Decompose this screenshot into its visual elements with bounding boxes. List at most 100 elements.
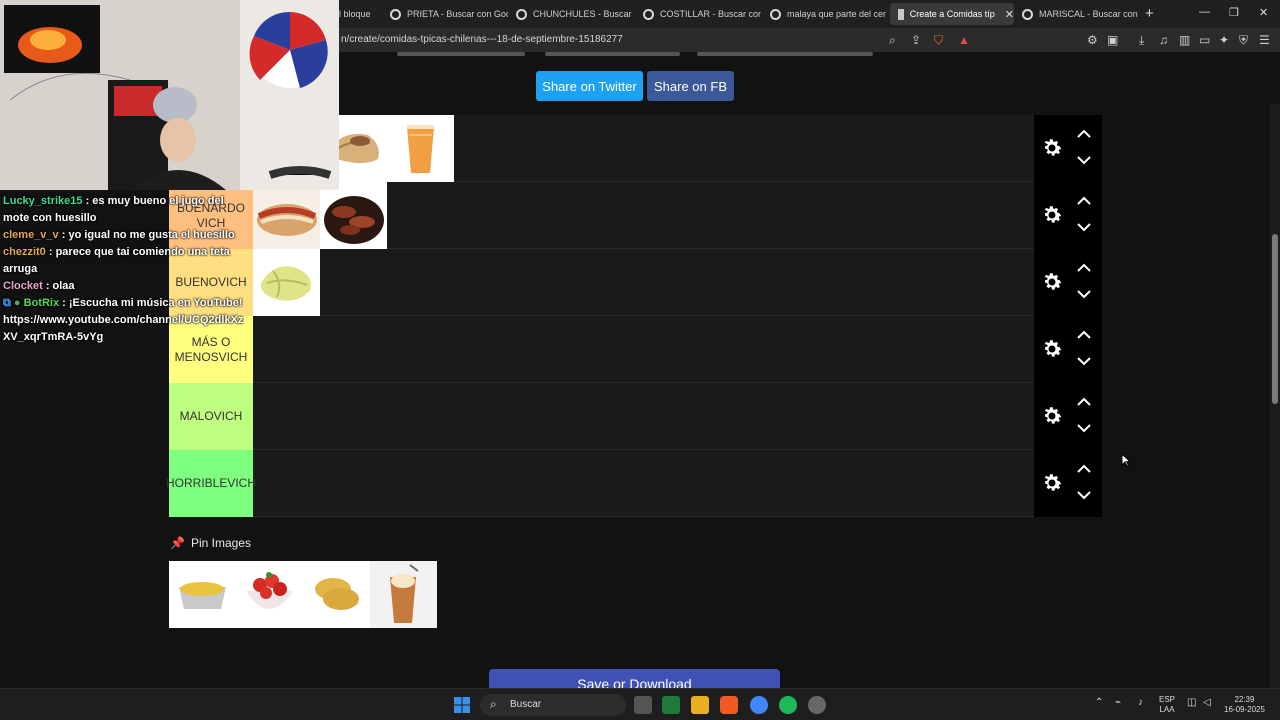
- settings-gear-icon[interactable]: [1040, 337, 1064, 361]
- tab-label: CHUNCHULES - Buscar co: [533, 9, 634, 19]
- settings-gear-icon[interactable]: [1040, 136, 1064, 160]
- chat-message: chezzit0 : parece que tai comiendo una t…: [0, 244, 250, 278]
- chat-message: Clocket : olaa: [0, 278, 250, 295]
- share-twitter-button[interactable]: Share on Twitter: [536, 71, 643, 101]
- tab-malaya[interactable]: malaya que parte del cer: [770, 3, 888, 25]
- wallet2-icon[interactable]: ▭: [1199, 33, 1210, 47]
- sidebar-icon[interactable]: ▥: [1179, 33, 1190, 47]
- tier-row-buenardovich: BUENARDO VICH: [169, 182, 1102, 249]
- move-up-icon[interactable]: [1076, 397, 1092, 407]
- move-up-icon[interactable]: [1076, 196, 1092, 206]
- file-explorer-icon[interactable]: [691, 696, 709, 714]
- tray-overflow-icon[interactable]: ⌃: [1095, 698, 1103, 708]
- volume-icon[interactable]: ◁: [1203, 698, 1211, 708]
- minimize-icon[interactable]: —: [1199, 6, 1210, 18]
- vpn-icon[interactable]: ⛨: [1239, 33, 1248, 48]
- settings-gear-icon[interactable]: [1040, 471, 1064, 495]
- move-down-icon[interactable]: [1076, 423, 1092, 433]
- tier-controls: [1034, 383, 1102, 450]
- move-down-icon[interactable]: [1076, 222, 1092, 232]
- tomato-salad-image[interactable]: [236, 561, 303, 628]
- chat-username: Clocket: [3, 280, 43, 292]
- tier-row-buenovich: BUENOVICH: [169, 249, 1102, 316]
- pastel-de-choclo-image[interactable]: [169, 561, 236, 628]
- scrollbar-thumb[interactable]: [1272, 234, 1278, 404]
- tab-chunchules[interactable]: CHUNCHULES - Buscar co: [516, 3, 634, 25]
- verified-badge-icon: ●: [13, 297, 21, 309]
- tab-bloque[interactable]: l bloque: [339, 3, 383, 25]
- share-page-icon[interactable]: ⇪: [911, 33, 921, 47]
- close-tab-icon[interactable]: ✕: [1005, 8, 1014, 21]
- tiermaker-icon: [898, 8, 904, 20]
- top-edge-element: [397, 52, 525, 56]
- sausage-pot-image[interactable]: [320, 182, 387, 249]
- tab-label: l bloque: [339, 9, 371, 19]
- media-icon[interactable]: ♫: [1159, 33, 1168, 47]
- tier-row-malovich: MALOVICH: [169, 383, 1102, 450]
- menu-icon[interactable]: ☰: [1259, 33, 1270, 47]
- app-green-icon[interactable]: [662, 696, 680, 714]
- tier-label[interactable]: MALOVICH: [169, 383, 253, 450]
- chat-text: : olaa: [45, 280, 75, 292]
- tab-prieta[interactable]: PRIETA - Buscar con Goog: [390, 3, 508, 25]
- new-tab-icon[interactable]: +: [1145, 5, 1154, 22]
- sandwich-image[interactable]: [253, 182, 320, 249]
- lang-line2: LAA: [1159, 705, 1175, 714]
- leo-icon[interactable]: ✦: [1219, 33, 1229, 47]
- brave-browser-icon[interactable]: [720, 696, 738, 714]
- chat-username: Lucky_strike15: [3, 195, 83, 207]
- extensions-icon[interactable]: ⚙: [1087, 33, 1098, 47]
- windows-taskbar: ⌕ Buscar ⌃ ⌁ ♪ ESP LAA ◫ ◁ 22:39 16-09-2…: [0, 688, 1280, 720]
- restore-icon[interactable]: ❐: [1229, 6, 1239, 19]
- wifi-icon[interactable]: ◫: [1187, 698, 1196, 708]
- move-up-icon[interactable]: [1076, 464, 1092, 474]
- zoom-icon[interactable]: ⌕: [889, 33, 896, 48]
- chat-username: BotRix: [23, 297, 60, 309]
- move-down-icon[interactable]: [1076, 155, 1092, 165]
- page-scrollbar[interactable]: [1270, 104, 1280, 720]
- network-icon[interactable]: ⌁: [1115, 698, 1121, 708]
- mote-con-huesillo-image[interactable]: [370, 561, 437, 628]
- settings-gear-icon[interactable]: [1040, 404, 1064, 428]
- obs-icon[interactable]: [808, 696, 826, 714]
- windows-start-icon[interactable]: [454, 697, 470, 713]
- move-up-icon[interactable]: [1076, 263, 1092, 273]
- tier-items: [253, 249, 320, 316]
- tab-costillar[interactable]: COSTILLAR - Buscar con G: [643, 3, 761, 25]
- language-indicator[interactable]: ESP LAA: [1159, 695, 1175, 715]
- tab-create-comidas[interactable]: Create a Comidas típ ✕: [890, 3, 1014, 25]
- task-view-icon[interactable]: [634, 696, 652, 714]
- orange-drink-image[interactable]: [387, 115, 454, 182]
- chat-text: : yo igual no me gusta el huesillo: [61, 229, 235, 241]
- chrome-icon[interactable]: [750, 696, 768, 714]
- move-down-icon[interactable]: [1076, 289, 1092, 299]
- move-down-icon[interactable]: [1076, 356, 1092, 366]
- stream-chat: Lucky_strike15 : es muy bueno el jugo de…: [0, 193, 250, 346]
- brave-shield-icon[interactable]: ⛉: [934, 33, 943, 48]
- sopaipilla-image[interactable]: [303, 561, 370, 628]
- clock[interactable]: 22:39 16-09-2025: [1224, 695, 1265, 715]
- taskbar-search[interactable]: ⌕ Buscar: [480, 694, 626, 716]
- move-up-icon[interactable]: [1076, 330, 1092, 340]
- brave-rewards-icon[interactable]: ▲: [958, 33, 970, 47]
- tier-controls: [1034, 316, 1102, 383]
- move-down-icon[interactable]: [1076, 490, 1092, 500]
- url-field[interactable]: n/create/comidas-tpicas-chilenas---18-de…: [341, 34, 623, 45]
- move-up-icon[interactable]: [1076, 129, 1092, 139]
- tier-items: [253, 182, 387, 249]
- tab-mariscal[interactable]: MARISCAL - Buscar con G: [1022, 3, 1140, 25]
- settings-gear-icon[interactable]: [1040, 203, 1064, 227]
- download-icon[interactable]: ⤓: [1139, 33, 1144, 48]
- close-window-icon[interactable]: ✕: [1259, 6, 1268, 19]
- tier-label[interactable]: HORRIBLEVICH: [166, 450, 256, 517]
- webcam-overlay: [0, 0, 339, 190]
- google-icon: [770, 8, 781, 20]
- tier-controls: [1034, 115, 1102, 182]
- wallet-icon[interactable]: ▣: [1107, 33, 1118, 47]
- spotify-icon[interactable]: [779, 696, 797, 714]
- settings-gear-icon[interactable]: [1040, 270, 1064, 294]
- share-fb-button[interactable]: Share on FB: [647, 71, 734, 101]
- humita-image[interactable]: [253, 249, 320, 316]
- microphone-icon[interactable]: ♪: [1138, 698, 1143, 708]
- tab-label: Create a Comidas típ: [909, 9, 995, 19]
